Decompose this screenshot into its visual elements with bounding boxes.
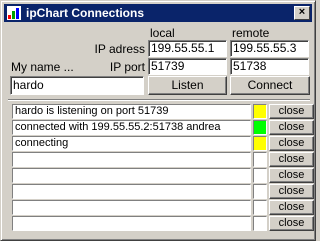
connection-status-text[interactable] [12,168,251,183]
connection-status-text[interactable] [12,200,251,215]
close-connection-button[interactable]: close [269,152,314,167]
close-connection-button[interactable]: close [269,120,314,135]
remote-column-header: remote [232,26,270,40]
connection-status-text[interactable]: connecting [12,136,251,151]
connection-status-indicator [253,104,267,119]
connection-status-indicator [253,152,267,167]
window-close-button[interactable]: × [294,6,310,20]
ip-port-label: IP port [109,60,145,74]
close-connection-button[interactable]: close [269,168,314,183]
connection-status-indicator [253,200,267,215]
connection-status-indicator [253,168,267,183]
connection-status-indicator [253,120,267,135]
close-connection-button[interactable]: close [269,104,314,119]
title-bar[interactable]: ipChart Connections × [4,4,312,22]
window-title: ipChart Connections [26,6,145,20]
section-divider [8,99,310,101]
connection-status-text[interactable] [12,184,251,199]
remote-port-field[interactable]: 51738 [230,58,309,75]
connection-status-indicator [253,136,267,151]
my-name-field[interactable]: hardo [10,76,144,95]
local-ip-field[interactable]: 199.55.55.1 [148,40,227,57]
close-connection-button[interactable]: close [269,216,314,231]
connection-status-indicator [253,184,267,199]
my-name-label: My name ... [11,60,74,74]
close-connection-button[interactable]: close [269,200,314,215]
remote-ip-field[interactable]: 199.55.55.3 [230,40,309,57]
connect-button[interactable]: Connect [230,76,310,95]
local-port-field[interactable]: 51739 [148,58,227,75]
chart-app-icon [7,6,21,20]
connection-status-text[interactable] [12,216,251,231]
connection-status-indicator [253,216,267,231]
close-connection-button[interactable]: close [269,136,314,151]
connection-status-text[interactable] [12,152,251,167]
ip-address-label: IP adress [94,42,145,56]
close-connection-button[interactable]: close [269,184,314,199]
connection-status-text[interactable]: connected with 199.55.55.2:51738 andrea [12,120,251,135]
connection-status-text[interactable]: hardo is listening on port 51739 [12,104,251,119]
ipchart-connections-window: ipChart Connections × local remote IP ad… [0,0,316,241]
local-column-header: local [150,26,175,40]
close-icon: × [298,6,306,18]
listen-button[interactable]: Listen [148,76,227,95]
